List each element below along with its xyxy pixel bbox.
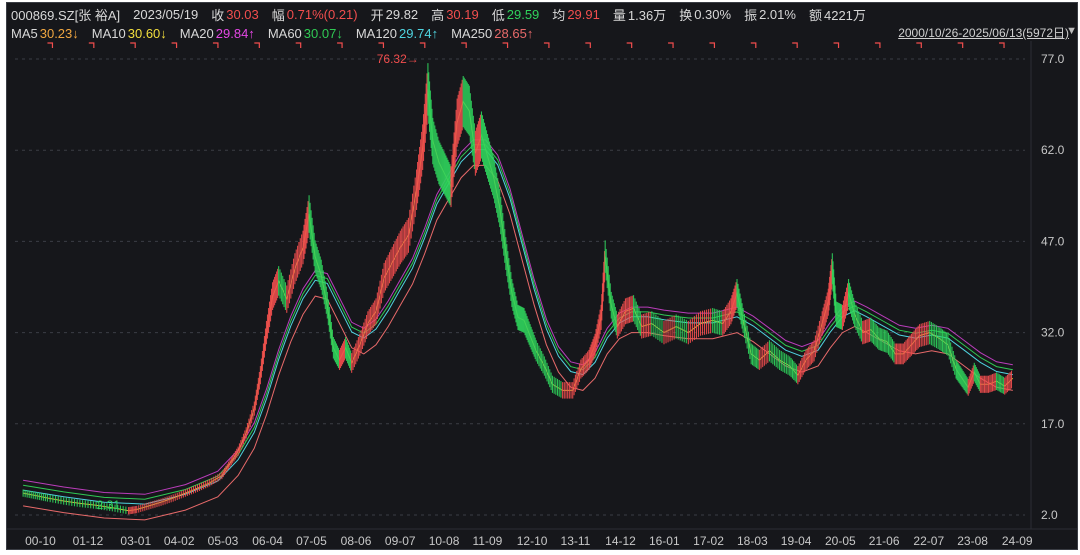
x-tick-label: 19-04 bbox=[781, 534, 812, 548]
event-marker bbox=[378, 42, 385, 48]
event-marker bbox=[874, 42, 881, 48]
event-marker bbox=[502, 42, 509, 48]
x-tick-label: 23-08 bbox=[957, 534, 988, 548]
x-tick-label: 24-09 bbox=[1002, 534, 1033, 548]
x-tick-label: 06-04 bbox=[252, 534, 283, 548]
x-tick-label: 22-07 bbox=[913, 534, 944, 548]
y-tick-label: 47.0 bbox=[1041, 234, 1065, 248]
y-tick-label: 62.0 bbox=[1041, 143, 1065, 157]
event-marker bbox=[668, 42, 674, 48]
event-marker bbox=[999, 42, 1005, 48]
x-tick-label: 03-01 bbox=[120, 534, 151, 548]
event-marker bbox=[626, 42, 633, 48]
event-marker bbox=[171, 42, 178, 48]
event-marker bbox=[295, 42, 302, 48]
x-tick-label: 13-11 bbox=[561, 534, 591, 548]
event-marker bbox=[88, 42, 95, 48]
event-marker bbox=[750, 42, 757, 48]
event-marker bbox=[337, 42, 343, 48]
event-marker bbox=[957, 42, 964, 48]
event-marker bbox=[47, 42, 54, 48]
low-price-annotation: 2.31 bbox=[97, 498, 121, 512]
y-tick-label: 77.0 bbox=[1041, 52, 1065, 66]
x-tick-label: 21-06 bbox=[869, 534, 900, 548]
x-tick-label: 07-05 bbox=[296, 534, 327, 548]
x-tick-label: 01-12 bbox=[73, 534, 104, 548]
chart-window: 000869.SZ[张 裕A] 2023/05/19 收 30.03 幅 0.71%… bbox=[6, 2, 1078, 550]
x-tick-label: 09-07 bbox=[385, 534, 416, 548]
x-tick-label: 04-02 bbox=[164, 534, 195, 548]
x-tick-label: 20-05 bbox=[825, 534, 856, 548]
y-tick-label: 32.0 bbox=[1041, 326, 1065, 340]
event-marker bbox=[833, 42, 840, 48]
x-tick-label: 00-10 bbox=[25, 534, 56, 548]
price-chart[interactable]: 77.0 62.0 47.0 32.0 17.0 2.0 00-10 01-12 03-01 04… bbox=[7, 3, 1077, 549]
x-tick-label: 12-10 bbox=[517, 534, 548, 548]
event-marker bbox=[792, 42, 798, 48]
x-tick-label: 18-03 bbox=[737, 534, 768, 548]
high-price-annotation: 76.32→ bbox=[377, 52, 419, 66]
event-marker bbox=[254, 42, 260, 48]
x-tick-label: 14-12 bbox=[605, 534, 636, 548]
ma10-line bbox=[23, 89, 1014, 512]
y-tick-label: 17.0 bbox=[1041, 417, 1065, 431]
x-tick-label: 17-02 bbox=[693, 534, 724, 548]
x-tick-label: 08-06 bbox=[341, 534, 372, 548]
event-marker bbox=[130, 42, 136, 48]
x-tick-label: 10-08 bbox=[429, 534, 460, 548]
x-tick-label: 16-01 bbox=[649, 534, 680, 548]
event-marker bbox=[709, 42, 716, 48]
event-marker bbox=[543, 42, 550, 48]
x-tick-label: 05-03 bbox=[208, 534, 239, 548]
event-marker bbox=[461, 42, 467, 48]
y-tick-label: 2.0 bbox=[1041, 508, 1058, 522]
x-tick-label: 11-09 bbox=[473, 534, 503, 548]
event-marker bbox=[212, 42, 219, 48]
event-marker bbox=[585, 42, 591, 48]
event-marker bbox=[916, 42, 922, 48]
event-marker bbox=[419, 42, 426, 48]
